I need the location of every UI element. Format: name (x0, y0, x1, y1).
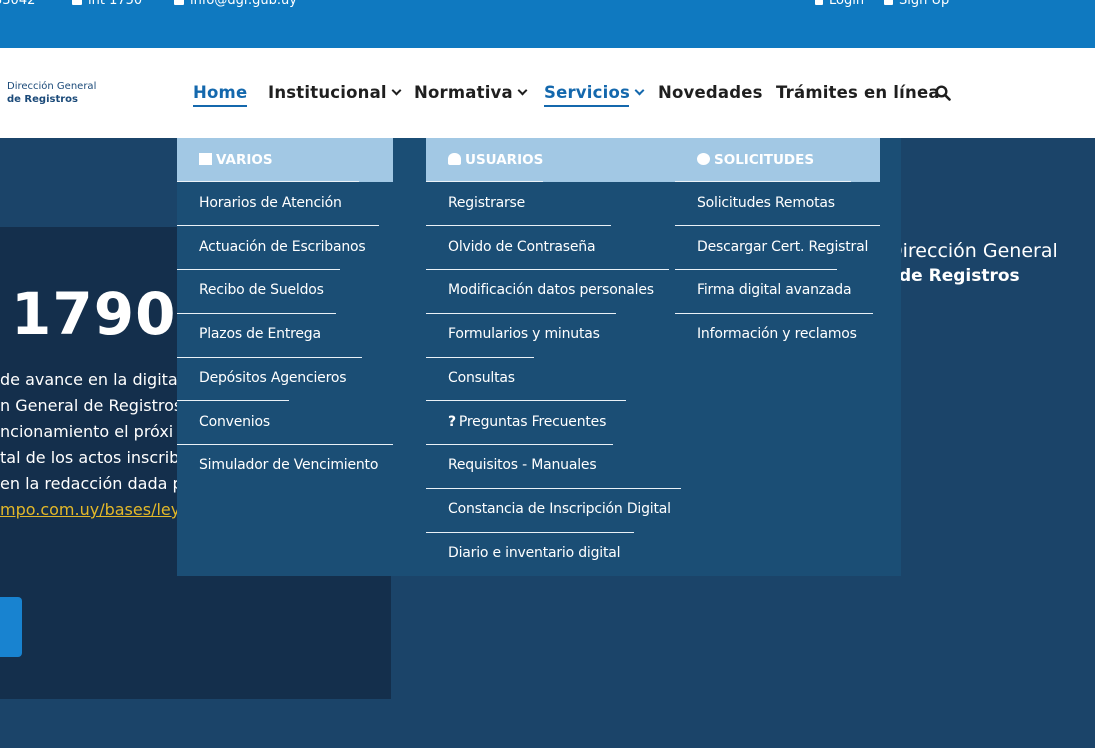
solicitudes-header: SOLICITUDES (675, 138, 880, 182)
menu-item-consultas[interactable]: Consultas (448, 370, 515, 386)
menu-item-constancia[interactable]: Constancia de Inscripción Digital (448, 501, 671, 517)
background-logo-line1: Dirección General (888, 240, 1058, 262)
login-text: Login (829, 0, 865, 8)
search-icon[interactable] (935, 85, 951, 101)
menu-item-descargar-cert[interactable]: Descargar Cert. Registral (697, 239, 868, 255)
question-icon: ? (448, 414, 456, 430)
chevron-down-icon (391, 85, 402, 96)
separator (177, 444, 393, 445)
nav-servicios[interactable]: Servicios (544, 83, 645, 107)
separator (675, 313, 873, 314)
phone-icon (72, 0, 82, 5)
nav-institucional-label: Institucional (268, 83, 387, 102)
email-link[interactable]: info@dgr.gub.uy (174, 0, 297, 8)
separator (426, 532, 634, 533)
nav-servicios-label: Servicios (544, 83, 631, 102)
varios-header: VARIOS (177, 138, 393, 182)
menu-item-olvido[interactable]: Olvido de Contraseña (448, 239, 596, 255)
envelope-icon (174, 0, 184, 5)
separator (426, 400, 626, 401)
solicitudes-title: SOLICITUDES (714, 152, 815, 168)
menu-item-informacion[interactable]: Información y reclamos (697, 326, 857, 342)
separator (426, 488, 681, 489)
usuarios-title: USUARIOS (465, 152, 544, 168)
menu-item-escribanos[interactable]: Actuación de Escribanos (199, 239, 366, 255)
menu-item-diario[interactable]: Diario e inventario digital (448, 545, 621, 561)
nav-normativa[interactable]: Normativa (414, 83, 528, 102)
table-icon (199, 153, 212, 165)
login-link[interactable]: Login (815, 0, 864, 8)
email-text: info@dgr.gub.uy (190, 0, 297, 8)
hero-text-line: en la redacción dada po (0, 474, 193, 493)
hero-text-line: de avance en la digitaliz (0, 370, 196, 389)
menu-item-convenios[interactable]: Convenios (199, 414, 270, 430)
nav-home[interactable]: Home (193, 83, 248, 107)
nav-tramites[interactable]: Trámites en línea (776, 83, 940, 102)
menu-item-depositos[interactable]: Depósitos Agencieros (199, 370, 346, 386)
separator (177, 313, 336, 314)
hero-link[interactable]: mpo.com.uy/bases/leyes (0, 500, 198, 519)
menu-item-horarios[interactable]: Horarios de Atención (199, 195, 342, 211)
menu-item-recibo[interactable]: Recibo de Sueldos (199, 282, 324, 298)
hero-button[interactable] (0, 597, 22, 657)
background-logo-line2: de Registros (899, 266, 1020, 286)
nav-normativa-label: Normativa (414, 83, 513, 102)
separator (177, 357, 362, 358)
signup-link[interactable]: Sign Up (884, 0, 949, 8)
menu-item-preguntas[interactable]: ? Preguntas Frecuentes (448, 414, 606, 430)
separator (177, 269, 340, 270)
hero-text-line: n General de Registros, (0, 396, 188, 415)
hero-text-line: tal de los actos inscribib (0, 448, 194, 467)
menu-item-firma-digital[interactable]: Firma digital avanzada (697, 282, 852, 298)
menu-item-solicitudes-remotas[interactable]: Solicitudes Remotas (697, 195, 835, 211)
separator (177, 400, 289, 401)
user-icon (448, 153, 461, 165)
usuarios-header: USUARIOS (426, 138, 675, 182)
main-header: Dirección General de Registros Home Inst… (0, 48, 1095, 138)
user-icon (884, 0, 893, 5)
servicios-mega-menu: VARIOS Horarios de Atención Actuación de… (177, 138, 901, 576)
separator (675, 181, 851, 182)
separator (426, 225, 611, 226)
check-circle-icon (697, 153, 710, 165)
login-icon (815, 0, 823, 5)
menu-item-registrarse[interactable]: Registrarse (448, 195, 525, 211)
menu-item-plazos[interactable]: Plazos de Entrega (199, 326, 321, 342)
logo-line1: Dirección General (7, 81, 97, 92)
menu-item-simulador[interactable]: Simulador de Vencimiento (199, 457, 378, 473)
separator (426, 357, 534, 358)
phone-text: 33042 (0, 0, 36, 8)
separator (675, 269, 837, 270)
separator (426, 313, 616, 314)
menu-item-formularios[interactable]: Formularios y minutas (448, 326, 600, 342)
extension-item: int 1750 (72, 0, 142, 8)
menu-item-modificacion[interactable]: Modificación datos personales (448, 282, 654, 298)
chevron-down-icon (634, 85, 645, 96)
separator (426, 269, 669, 270)
top-bar: 33042 int 1750 info@dgr.gub.uy Login Sig… (0, 0, 1095, 48)
menu-item-preguntas-label: Preguntas Frecuentes (458, 414, 607, 430)
separator (426, 181, 543, 182)
chevron-down-icon (517, 85, 528, 96)
separator (177, 181, 359, 182)
separator (177, 225, 379, 226)
nav-institucional[interactable]: Institucional (268, 83, 402, 102)
signup-text: Sign Up (899, 0, 950, 8)
logo-line2: de Registros (7, 94, 78, 105)
separator (426, 444, 613, 445)
varios-title: VARIOS (216, 152, 273, 168)
menu-item-requisitos[interactable]: Requisitos - Manuales (448, 457, 597, 473)
extension-text: int 1750 (88, 0, 143, 8)
nav-novedades[interactable]: Novedades (658, 83, 763, 102)
separator (675, 225, 880, 226)
hero-text-line: ncionamiento el próxi (0, 422, 174, 441)
